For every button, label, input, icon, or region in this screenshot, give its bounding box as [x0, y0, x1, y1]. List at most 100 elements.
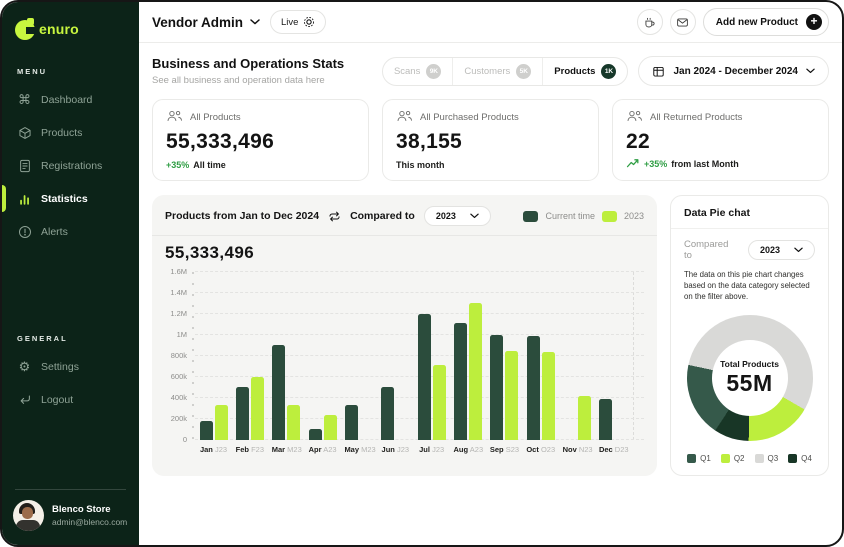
filter-count-badge: 9K: [426, 63, 442, 79]
bar-2023: [432, 365, 446, 440]
bar-current-time: [199, 421, 213, 440]
chevron-down-icon: [250, 19, 260, 25]
bar-2023: [323, 415, 337, 440]
vendor-admin-dropdown[interactable]: Vendor Admin: [152, 15, 260, 30]
sidebar-item-settings[interactable]: ⚙ Settings: [2, 350, 139, 383]
compare-year-value: 2023: [435, 211, 456, 221]
filter-count-badge: 1K: [601, 63, 617, 79]
sidebar-item-dashboard[interactable]: ⌘ Dashboard: [2, 83, 139, 116]
bar-2023: [541, 352, 555, 440]
pie-chart-card: Data Pie chat Compared to 2023 The data …: [670, 195, 829, 476]
y-tick-label: 0: [182, 435, 187, 444]
legend-swatch: [754, 454, 764, 463]
bar-current-time: [490, 335, 504, 440]
sidebar-item-statistics[interactable]: Statistics: [2, 182, 139, 215]
add-product-label: Add new Product: [715, 16, 798, 28]
sidebar-item-label: Logout: [41, 393, 74, 406]
general-section-label: GENERAL: [17, 334, 68, 343]
calendar-icon: [653, 66, 665, 77]
legend-swatch: [523, 210, 539, 222]
bar-chart-title: Products from Jan to Dec 2024: [165, 210, 320, 222]
axis-tick-dots: [192, 272, 194, 440]
legend-label: Q4: [801, 454, 812, 463]
chevron-down-icon: [794, 247, 803, 253]
x-tick-label: Oct O23: [526, 445, 556, 454]
people-icon: [626, 110, 643, 125]
pie-legend-item: Q2: [720, 454, 745, 463]
filter-products[interactable]: Products 1K: [543, 58, 627, 85]
bar-group-oct: [526, 336, 555, 440]
stat-card-footer: +35% All time: [166, 160, 355, 170]
x-tick-label: Mar M23: [271, 445, 302, 454]
mail-button[interactable]: [669, 9, 696, 35]
sidebar-item-label: Statistics: [41, 192, 88, 205]
stat-card-label: All Products: [190, 112, 241, 123]
x-tick-label: Apr A23: [308, 445, 337, 454]
sidebar-item-alerts[interactable]: Alerts: [2, 215, 139, 248]
filter-scans[interactable]: Scans 9K: [383, 57, 454, 85]
x-tick-label: Jul J23: [419, 445, 445, 454]
bar-2023: [469, 303, 483, 440]
stat-card: All Purchased Products 38,155 This month: [382, 99, 599, 181]
legend-label: Current time: [545, 211, 595, 221]
main-area: Vendor Admin Live Add new Product + Busi…: [139, 2, 842, 545]
sidebar-item-products[interactable]: Products: [2, 116, 139, 149]
sidebar-item-registrations[interactable]: Registrations: [2, 149, 139, 182]
chevron-down-icon: [806, 68, 815, 74]
compare-year-select[interactable]: 2023: [423, 206, 491, 226]
compare-swap-icon[interactable]: [328, 210, 341, 223]
bar-2023: [214, 405, 228, 440]
stat-card-value: 55,333,496: [166, 130, 275, 153]
bar-group-nov: [563, 396, 592, 440]
stat-card-label: All Returned Products: [650, 112, 743, 123]
stat-card-value: 38,155: [396, 130, 463, 153]
people-icon: [396, 110, 413, 125]
stat-footer-text: from last Month: [671, 159, 739, 169]
pie-compare-year-select[interactable]: 2023: [747, 240, 815, 260]
trend-up-icon: [626, 158, 640, 170]
bars: [195, 272, 644, 440]
sidebar: enuro MENU ⌘ Dashboard Products Registratio…: [2, 2, 139, 545]
app-window: enuro MENU ⌘ Dashboard Products Registratio…: [0, 0, 844, 547]
bar-2023: [250, 377, 264, 440]
filter-count-badge: 5K: [516, 63, 532, 79]
stat-delta: +35%: [166, 160, 190, 170]
mail-icon: [677, 17, 689, 27]
plus-icon: +: [806, 14, 822, 30]
date-range-picker[interactable]: Jan 2024 - December 2024: [638, 56, 829, 86]
cup-button[interactable]: [636, 9, 663, 35]
x-tick-label: Jan J23: [199, 445, 228, 454]
pie-compare-year-value: 2023: [759, 245, 780, 255]
pie-card-title: Data Pie chat: [684, 207, 750, 219]
donut-center-label: Total Products: [720, 359, 779, 370]
stat-delta: +35%: [644, 159, 668, 169]
x-tick-label: Sep S23: [489, 445, 520, 454]
sidebar-item-logout[interactable]: Logout: [2, 383, 139, 416]
legend-swatch: [788, 454, 798, 463]
x-tick-label: May M23: [344, 445, 376, 454]
legend-swatch: [601, 210, 617, 222]
bar-current-time: [454, 323, 468, 440]
statistics-bars-icon: [17, 191, 32, 206]
topbar: Vendor Admin Live Add new Product +: [139, 2, 842, 43]
bar-chart-total: 55,333,496: [165, 243, 255, 262]
bar-2023: [505, 351, 519, 440]
people-icon: [166, 110, 183, 125]
legend-label: Q2: [733, 454, 745, 463]
user-account[interactable]: Blenco Store admin@blenco.com: [2, 500, 139, 535]
bar-group-jul: [417, 314, 446, 440]
pie-compared-to-label: Compared to: [684, 239, 729, 261]
pie-legend: Q1 Q2 Q3 Q4: [684, 454, 815, 465]
y-tick-label: 400k: [170, 393, 187, 402]
sidebar-item-label: Products: [41, 126, 83, 139]
add-new-product-button[interactable]: Add new Product +: [702, 8, 829, 36]
live-radar-icon: [304, 17, 315, 27]
compared-to-label: Compared to: [350, 210, 415, 222]
sidebar-general: ⚙ Settings Logout: [2, 350, 139, 416]
registrations-document-icon: [17, 158, 32, 173]
filter-customers[interactable]: Customers 5K: [453, 57, 544, 85]
bar-2023: [287, 405, 301, 440]
bar-group-jun: [381, 387, 410, 440]
divider: [671, 228, 828, 229]
x-tick-label: Aug A23: [453, 445, 484, 454]
